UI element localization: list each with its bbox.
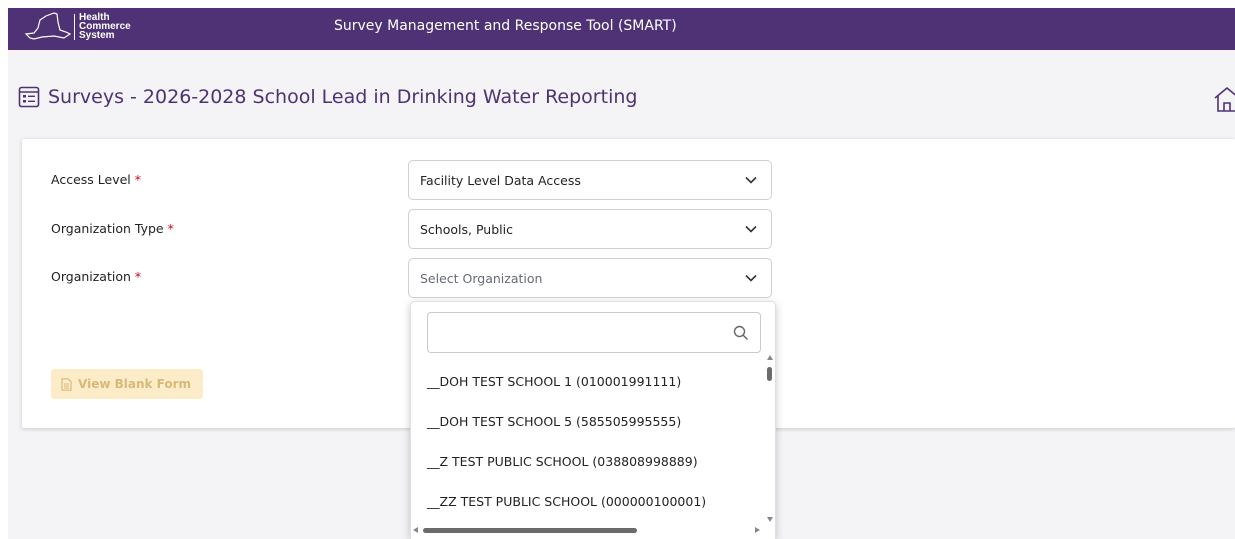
logo-text: Health Commerce System xyxy=(79,12,131,41)
organization-search-input[interactable] xyxy=(434,319,728,347)
required-marker: * xyxy=(134,269,142,284)
organization-option[interactable]: __DOH TEST SCHOOL 1 (010001991111) xyxy=(411,362,763,402)
required-marker: * xyxy=(134,172,141,187)
organization-placeholder: Select Organization xyxy=(420,271,543,286)
horizontal-scrollbar[interactable] xyxy=(413,525,765,535)
organization-options-list: __DOH TEST SCHOOL 1 (010001991111) __DOH… xyxy=(411,362,763,522)
horizontal-scroll-thumb[interactable] xyxy=(423,528,637,533)
document-icon xyxy=(61,377,72,391)
access-level-label-text: Access Level xyxy=(51,172,131,187)
scroll-right-arrow-icon[interactable] xyxy=(755,527,760,533)
chevron-down-icon xyxy=(745,225,757,233)
organization-option[interactable]: __ZZ TEST PUBLIC SCHOOL (000000100001) xyxy=(411,482,763,522)
required-marker: * xyxy=(167,221,174,236)
organization-type-label-text: Organization Type xyxy=(51,221,164,236)
access-level-value: Facility Level Data Access xyxy=(420,173,581,188)
scroll-left-arrow-icon[interactable] xyxy=(413,527,418,533)
scroll-down-arrow-icon[interactable] xyxy=(767,517,773,522)
organization-option[interactable]: __Z TEST PUBLIC SCHOOL (038808998889) xyxy=(411,442,763,482)
page-title: Surveys - 2026-2028 School Lead in Drink… xyxy=(48,86,638,108)
access-level-label: Access Level * xyxy=(51,172,141,187)
organization-option[interactable]: __DOH TEST SCHOOL 5 (585505995555) xyxy=(411,402,763,442)
new-york-state-map-icon xyxy=(24,12,72,40)
access-level-select[interactable]: Facility Level Data Access xyxy=(408,160,772,200)
home-icon[interactable] xyxy=(1212,84,1235,114)
view-blank-form-button[interactable]: View Blank Form xyxy=(51,369,203,399)
organization-type-select[interactable]: Schools, Public xyxy=(408,209,772,249)
app-title: Survey Management and Response Tool (SMA… xyxy=(334,18,677,34)
logo-divider xyxy=(74,14,75,40)
chevron-down-icon xyxy=(745,176,757,184)
vertical-scroll-thumb[interactable] xyxy=(767,367,772,381)
organization-select[interactable]: Select Organization xyxy=(408,258,772,298)
organization-type-value: Schools, Public xyxy=(420,222,513,237)
page-header: Surveys - 2026-2028 School Lead in Drink… xyxy=(18,81,637,113)
organization-dropdown-panel: __DOH TEST SCHOOL 1 (010001991111) __DOH… xyxy=(410,301,776,539)
organization-type-label: Organization Type * xyxy=(51,221,174,236)
search-icon xyxy=(733,325,748,340)
nys-health-commerce-logo[interactable]: Health Commerce System xyxy=(24,10,154,44)
chevron-down-icon xyxy=(745,274,757,282)
organization-search-box xyxy=(427,312,761,353)
scroll-up-arrow-icon[interactable] xyxy=(767,355,773,360)
survey-list-icon xyxy=(18,86,40,108)
top-header-bar: Health Commerce System Survey Management… xyxy=(8,8,1235,50)
view-blank-form-label: View Blank Form xyxy=(78,377,192,391)
organization-label: Organization * xyxy=(51,269,141,284)
organization-label-text: Organization xyxy=(51,269,131,284)
vertical-scrollbar[interactable] xyxy=(765,355,775,523)
